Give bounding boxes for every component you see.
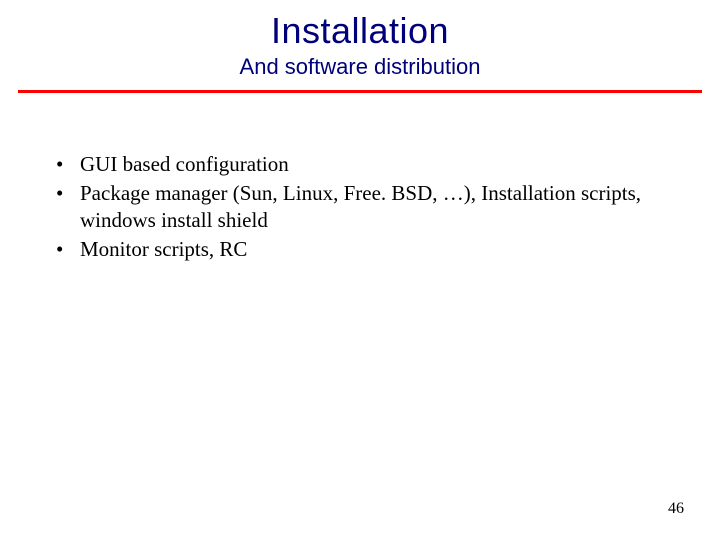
slide: Installation And software distribution G… bbox=[0, 10, 720, 550]
bullet-list: GUI based configuration Package manager … bbox=[52, 151, 652, 263]
bullet-item: GUI based configuration bbox=[52, 151, 652, 178]
bullet-item: Package manager (Sun, Linux, Free. BSD, … bbox=[52, 180, 652, 234]
bullet-item: Monitor scripts, RC bbox=[52, 236, 652, 263]
divider bbox=[18, 90, 702, 93]
page-number: 46 bbox=[668, 500, 684, 518]
slide-title: Installation bbox=[0, 10, 720, 52]
slide-subtitle: And software distribution bbox=[0, 54, 720, 80]
